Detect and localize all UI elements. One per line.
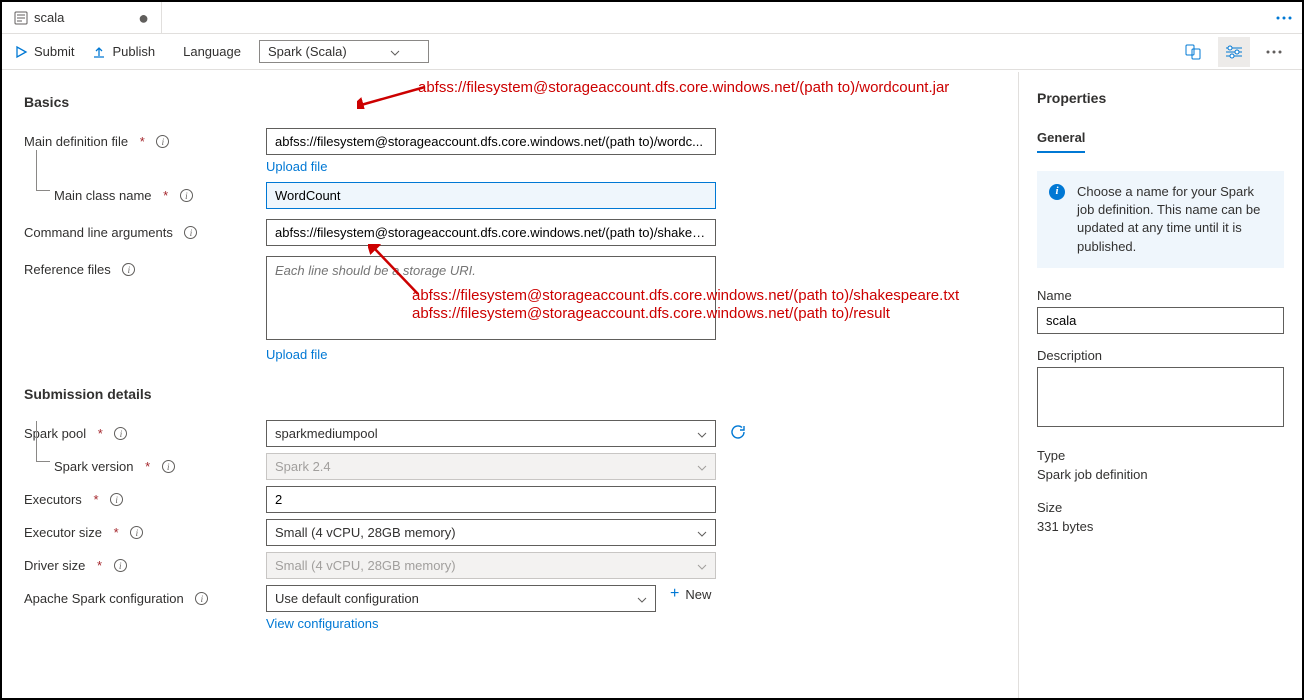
apache-spark-config-value: Use default configuration: [275, 591, 419, 606]
submit-button[interactable]: Submit: [14, 44, 74, 59]
chevron-down-icon: [697, 426, 707, 441]
info-icon[interactable]: i: [110, 493, 123, 506]
chevron-down-icon: [697, 558, 707, 573]
chevron-down-icon: [390, 44, 400, 59]
type-label: Type: [1037, 448, 1284, 463]
size-value: 331 bytes: [1037, 519, 1284, 534]
editor-tab-label: scala: [34, 10, 64, 25]
command-line-args-label: Command line arguments i: [24, 219, 266, 240]
submit-label: Submit: [34, 44, 74, 59]
info-icon[interactable]: i: [114, 427, 127, 440]
main-class-name-label: Main class name * i: [24, 182, 266, 203]
info-icon[interactable]: i: [114, 559, 127, 572]
main-class-name-input[interactable]: [266, 182, 716, 209]
language-value: Spark (Scala): [268, 44, 347, 59]
language-label: Language: [183, 44, 241, 59]
driver-size-value: Small (4 vCPU, 28GB memory): [275, 558, 456, 573]
apache-spark-config-label: Apache Spark configuration i: [24, 585, 266, 606]
info-icon[interactable]: i: [156, 135, 169, 148]
reference-files-label: Reference files i: [24, 256, 266, 277]
driver-size-select: Small (4 vCPU, 28GB memory): [266, 552, 716, 579]
info-icon[interactable]: i: [180, 189, 193, 202]
reference-files-input[interactable]: [266, 256, 716, 340]
type-value: Spark job definition: [1037, 467, 1284, 482]
properties-tab-general[interactable]: General: [1037, 124, 1085, 153]
main-definition-file-input[interactable]: [266, 128, 716, 155]
editor-tab-scala[interactable]: scala ●: [2, 2, 162, 33]
executor-size-select[interactable]: Small (4 vCPU, 28GB memory): [266, 519, 716, 546]
spark-pool-value: sparkmediumpool: [275, 426, 378, 441]
info-icon[interactable]: i: [184, 226, 197, 239]
chevron-down-icon: [697, 525, 707, 540]
info-icon[interactable]: i: [122, 263, 135, 276]
spark-version-value: Spark 2.4: [275, 459, 331, 474]
name-input[interactable]: [1037, 307, 1284, 334]
spark-version-label: Spark version * i: [24, 453, 266, 474]
more-actions-button[interactable]: [1258, 37, 1290, 67]
description-label: Description: [1037, 348, 1284, 363]
publish-label: Publish: [112, 44, 155, 59]
properties-toggle-button[interactable]: [1218, 37, 1250, 67]
info-icon[interactable]: i: [130, 526, 143, 539]
spark-pool-label: Spark pool * i: [24, 420, 266, 441]
upload-file-link-main[interactable]: Upload file: [266, 159, 327, 174]
apache-spark-config-select[interactable]: Use default configuration: [266, 585, 656, 612]
chevron-down-icon: [697, 459, 707, 474]
info-banner: i Choose a name for your Spark job defin…: [1037, 171, 1284, 268]
spark-job-icon: [14, 11, 28, 25]
properties-heading: Properties: [1037, 90, 1284, 106]
upload-file-link-ref[interactable]: Upload file: [266, 347, 327, 362]
spark-pool-select[interactable]: sparkmediumpool: [266, 420, 716, 447]
info-icon: i: [1049, 184, 1065, 200]
info-icon[interactable]: i: [162, 460, 175, 473]
basics-heading: Basics: [24, 94, 996, 110]
language-select[interactable]: Spark (Scala): [259, 40, 429, 63]
main-definition-file-label: Main definition file * i: [24, 128, 266, 149]
new-config-button[interactable]: + New: [670, 585, 711, 603]
name-label: Name: [1037, 288, 1284, 303]
publish-button[interactable]: Publish: [92, 44, 155, 59]
tab-strip-overflow-button[interactable]: [1266, 2, 1302, 33]
command-line-args-input[interactable]: [266, 219, 716, 246]
executor-size-value: Small (4 vCPU, 28GB memory): [275, 525, 456, 540]
plus-icon: +: [670, 585, 679, 603]
executors-label: Executors * i: [24, 486, 266, 507]
size-label: Size: [1037, 500, 1284, 515]
info-banner-text: Choose a name for your Spark job definit…: [1077, 184, 1260, 254]
driver-size-label: Driver size * i: [24, 552, 266, 573]
executors-input[interactable]: [266, 486, 716, 513]
spark-version-select: Spark 2.4: [266, 453, 716, 480]
related-items-button[interactable]: [1178, 37, 1210, 67]
description-input[interactable]: [1037, 367, 1284, 427]
submission-heading: Submission details: [24, 386, 996, 402]
executor-size-label: Executor size * i: [24, 519, 266, 540]
chevron-down-icon: [637, 591, 647, 606]
view-configurations-link[interactable]: View configurations: [266, 616, 379, 631]
info-icon[interactable]: i: [195, 592, 208, 605]
refresh-button[interactable]: [730, 424, 746, 443]
